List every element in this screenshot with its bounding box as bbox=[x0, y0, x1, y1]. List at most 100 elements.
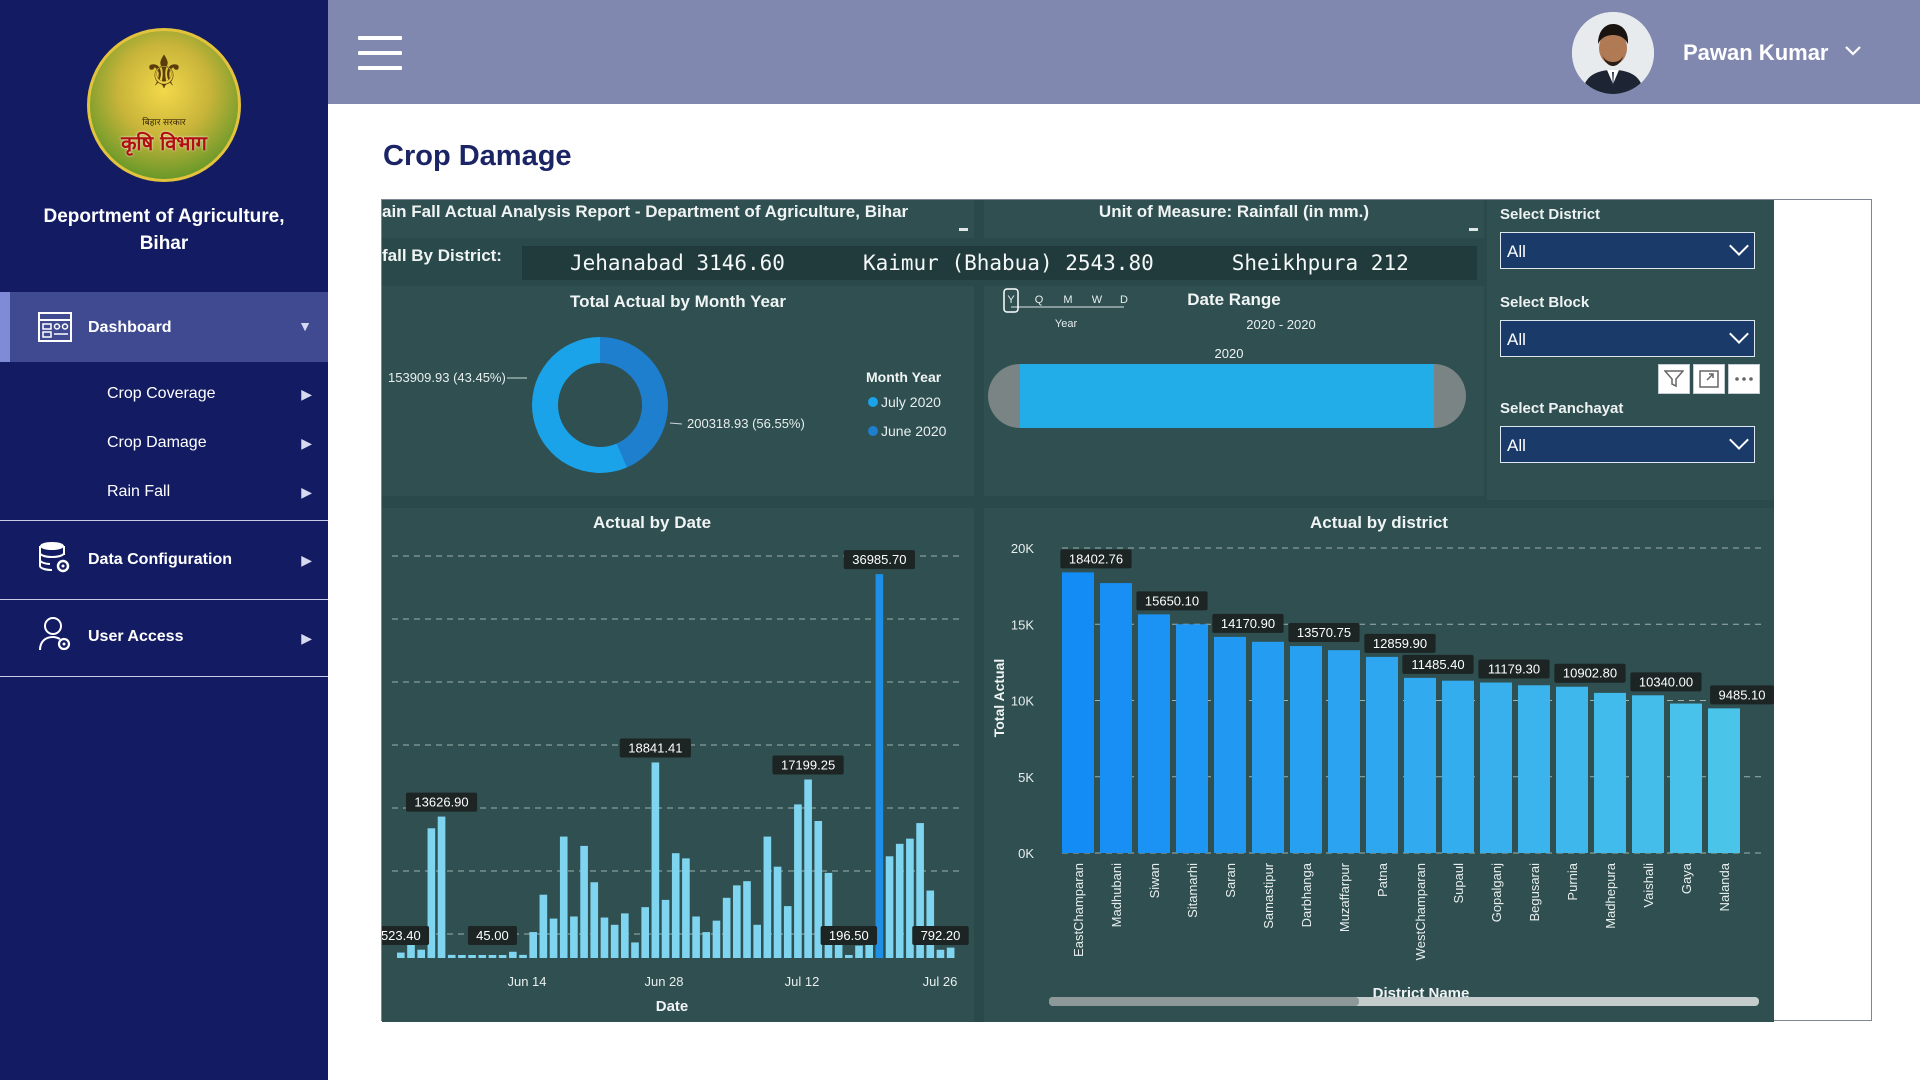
granularity-caption: Year bbox=[1055, 318, 1078, 330]
data-label: 200318.93 (56.55%) bbox=[687, 416, 805, 431]
data-label: 18402.76 bbox=[1069, 551, 1123, 566]
data-label: 12859.90 bbox=[1373, 636, 1427, 651]
unit-panel: Unit of Measure: Rainfall (in mm.) bbox=[984, 200, 1484, 238]
x-tick-label: Jun 28 bbox=[644, 974, 683, 989]
district-bar bbox=[1176, 624, 1208, 853]
ticker-item: Sheikhpura 212 bbox=[1231, 251, 1409, 275]
x-tick-label: Gaya bbox=[1679, 862, 1694, 894]
district-bar bbox=[1518, 685, 1550, 853]
chevron-down-icon[interactable] bbox=[1844, 40, 1862, 63]
district-bar bbox=[1708, 708, 1740, 853]
y-tick-label: 15K bbox=[1011, 617, 1034, 632]
date-bar bbox=[946, 947, 955, 958]
x-tick-label: Madhepura bbox=[1603, 862, 1618, 929]
minimize-icon[interactable] bbox=[959, 228, 968, 231]
sidebar-item-crop-damage[interactable]: Crop Damage ▶ bbox=[0, 423, 328, 463]
legend-label: July 2020 bbox=[881, 394, 941, 410]
select-panchayat-value: All bbox=[1507, 436, 1526, 455]
sidebar-item-rain-fall[interactable]: Rain Fall ▶ bbox=[0, 472, 328, 512]
user-name[interactable]: Pawan Kumar bbox=[1683, 40, 1829, 66]
hamburger-menu-icon[interactable] bbox=[358, 36, 402, 70]
x-tick-label: Jul 12 bbox=[785, 974, 820, 989]
date-bar bbox=[641, 907, 649, 958]
slider-range bbox=[1020, 364, 1434, 428]
date-bar bbox=[722, 897, 731, 958]
sidebar-item-data-configuration[interactable]: Data Configuration ▶ bbox=[0, 521, 328, 599]
date-range-panel: Date Range Y Q M W D Year 2020 - 2020 2020 bbox=[984, 286, 1484, 496]
date-bar bbox=[631, 942, 639, 958]
sidebar-item-crop-coverage[interactable]: Crop Coverage ▶ bbox=[0, 374, 328, 414]
district-bar bbox=[1138, 614, 1170, 853]
date-bar bbox=[621, 913, 629, 958]
data-label: 196.50 bbox=[829, 928, 869, 943]
district-bar bbox=[1214, 636, 1246, 853]
data-label: 11179.30 bbox=[1488, 662, 1540, 677]
date-bar bbox=[743, 881, 751, 958]
filter-icon[interactable] bbox=[1658, 364, 1690, 394]
scrollbar-thumb[interactable] bbox=[1049, 997, 1359, 1006]
sidebar-item-label: Crop Damage bbox=[107, 434, 207, 451]
data-label: 523.40 bbox=[382, 928, 421, 943]
data-label: 11485.40 bbox=[1411, 657, 1464, 672]
data-label: 13570.75 bbox=[1297, 625, 1351, 640]
chart-horizontal-scrollbar[interactable] bbox=[1049, 997, 1759, 1006]
district-bar bbox=[1100, 583, 1132, 853]
bodhi-tree-emblem-icon: ⚜ bbox=[143, 45, 185, 99]
minimize-icon[interactable] bbox=[1469, 228, 1478, 231]
sidebar-item-label: Data Configuration bbox=[88, 551, 232, 568]
date-bar bbox=[468, 955, 476, 958]
data-label: 10902.80 bbox=[1563, 666, 1617, 681]
select-block-dropdown[interactable]: All bbox=[1500, 320, 1755, 357]
more-options-icon[interactable] bbox=[1728, 364, 1760, 394]
district-bar bbox=[1594, 692, 1626, 853]
data-label: 15650.10 bbox=[1145, 593, 1199, 608]
date-bar bbox=[397, 952, 405, 958]
x-tick-label: Supaul bbox=[1451, 863, 1466, 904]
date-bar bbox=[539, 894, 548, 958]
x-tick-label: Jul 26 bbox=[923, 974, 958, 989]
data-label: 18841.41 bbox=[628, 740, 682, 755]
x-tick-label: Vaishali bbox=[1641, 863, 1656, 908]
date-bar bbox=[804, 779, 812, 958]
avatar[interactable] bbox=[1572, 12, 1654, 94]
select-district-dropdown[interactable]: All bbox=[1500, 232, 1755, 269]
x-tick-label: Patna bbox=[1375, 862, 1390, 897]
sidebar-item-label: Rain Fall bbox=[107, 483, 171, 500]
x-tick-label: Madhubani bbox=[1109, 863, 1124, 927]
chart-title: Actual by Date bbox=[593, 513, 711, 532]
data-label: 14170.90 bbox=[1221, 616, 1275, 631]
chevron-down-icon bbox=[1729, 430, 1749, 450]
department-title-line2: Bihar bbox=[139, 233, 189, 254]
date-bar bbox=[885, 856, 894, 958]
date-range-title: Date Range bbox=[1187, 290, 1281, 309]
data-label: 36985.70 bbox=[852, 552, 906, 567]
date-slicer[interactable]: Y Q M W DYear 2020 - 20202020 bbox=[984, 286, 1484, 496]
y-tick-label: 10K bbox=[1011, 694, 1034, 709]
chart-title: Total Actual by Month Year bbox=[570, 292, 786, 311]
actual-by-district-panel: Actual by district 0K 5K 10K 15K 20K Total Act… bbox=[984, 508, 1774, 1022]
sidebar-item-label: User Access bbox=[88, 628, 184, 645]
district-bar bbox=[1632, 695, 1664, 853]
select-district-value: All bbox=[1507, 242, 1526, 261]
district-bar bbox=[1328, 650, 1360, 853]
date-bar bbox=[895, 843, 904, 958]
dashboard-icon bbox=[38, 310, 72, 344]
data-label: 153909.93 (43.45%) bbox=[388, 370, 506, 385]
select-panchayat-dropdown[interactable]: All bbox=[1500, 426, 1755, 463]
legend-title: Month Year bbox=[866, 369, 942, 385]
date-bar bbox=[590, 882, 599, 958]
chevron-down-icon: ▼ bbox=[298, 318, 312, 334]
legend-label: June 2020 bbox=[881, 423, 947, 439]
date-bar bbox=[661, 899, 670, 958]
date-bar bbox=[549, 918, 558, 958]
sidebar-item-user-access[interactable]: User Access ▶ bbox=[0, 600, 328, 676]
date-bar bbox=[478, 955, 487, 958]
focus-mode-icon[interactable] bbox=[1693, 364, 1725, 394]
date-bar bbox=[692, 916, 700, 958]
department-logo: ⚜ बिहार सरकार कृषि विभाग bbox=[87, 28, 241, 182]
date-bar bbox=[580, 845, 588, 958]
chevron-right-icon: ▶ bbox=[301, 630, 312, 646]
data-label: 9485.10 bbox=[1719, 687, 1766, 702]
data-label: 10340.00 bbox=[1639, 674, 1693, 689]
sidebar-item-dashboard[interactable]: Dashboard ▼ bbox=[0, 292, 328, 362]
